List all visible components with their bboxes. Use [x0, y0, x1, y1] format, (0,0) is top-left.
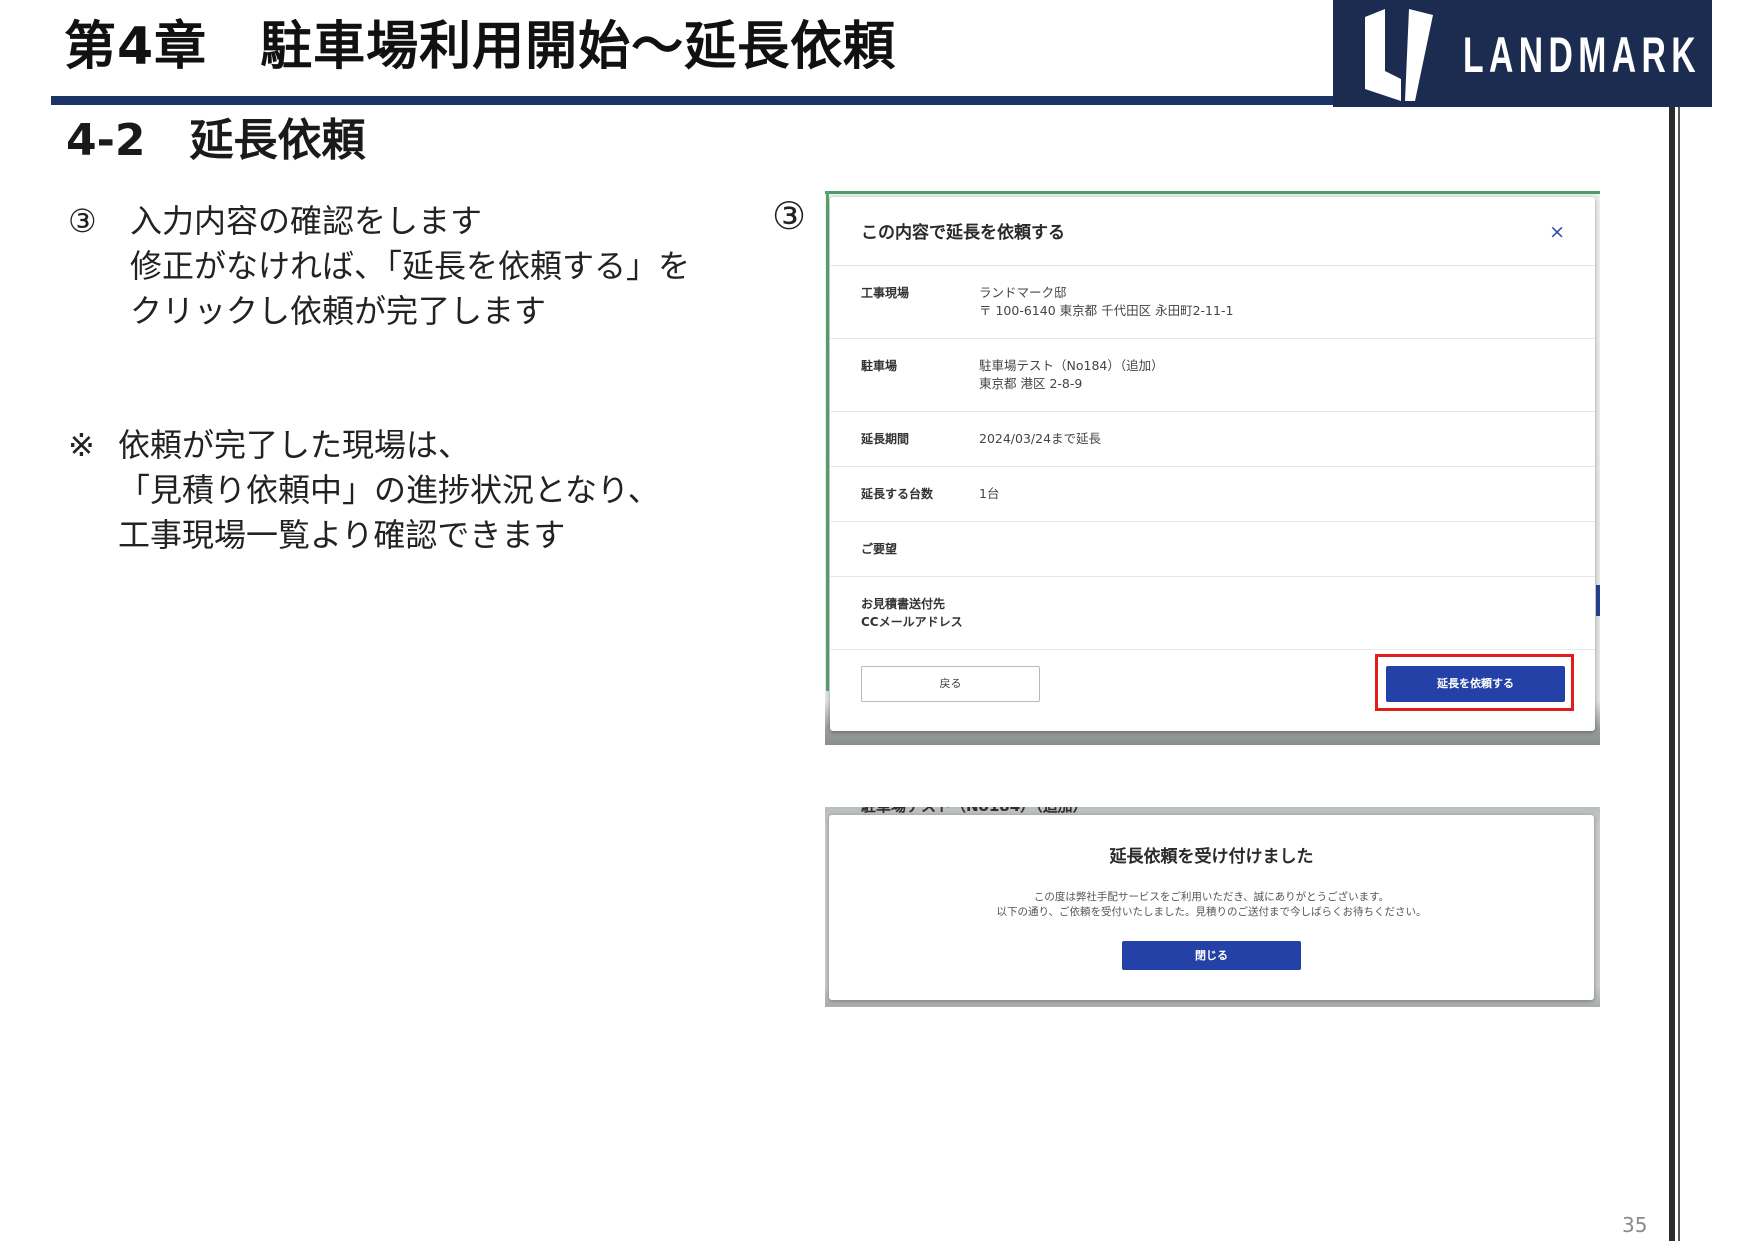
detail-value-line: 1台 — [979, 486, 1000, 501]
detail-row-requests: ご要望 — [830, 522, 1595, 577]
detail-values: 2024/03/24まで延長 — [979, 430, 1101, 448]
detail-label-line: 延長する台数 — [861, 487, 934, 501]
step-line: 入力内容の確認をします — [130, 202, 483, 240]
detail-row-construction-site: 工事現場 ランドマーク邸 〒 100-6140 東京都 千代田区 永田町2-11… — [830, 266, 1595, 339]
background-button-edge — [1596, 585, 1600, 616]
confirm-dialog-screenshot: この内容で延長を依頼する × 工事現場 ランドマーク邸 〒 100-6140 東… — [825, 191, 1600, 745]
step-line: 修正がなければ、「延長を依頼する」を — [130, 247, 691, 285]
landmark-logo-icon — [1365, 9, 1433, 101]
note-line: 依頼が完了した現場は、 — [118, 426, 471, 464]
message-line: この度は弊社手配サービスをご利用いただき、誠にありがとうございます。 — [1033, 891, 1390, 903]
section-title: 4-2 延長依頼 — [66, 115, 366, 166]
detail-row-parking: 駐車場 駐車場テスト（No184）（追加） 東京都 港区 2-8-9 — [830, 339, 1595, 412]
landmark-logo-text: LANDMARK — [1463, 27, 1701, 83]
detail-values: 1台 — [979, 485, 999, 503]
complete-dialog: 延長依頼を受け付けました この度は弊社手配サービスをご利用いただき、誠にありがと… — [829, 815, 1594, 1000]
request-extension-button[interactable]: 延長を依頼する — [1386, 666, 1565, 702]
detail-row-extension-period: 延長期間 2024/03/24まで延長 — [830, 412, 1595, 467]
detail-value-line: 東京都 港区 2-8-9 — [979, 376, 1083, 391]
detail-label-line: CCメールアドレス — [861, 615, 963, 629]
dialog-footer: 戻る 延長を依頼する — [830, 650, 1595, 731]
detail-value-line: 2024/03/24まで延長 — [979, 431, 1102, 446]
dialog-title: この内容で延長を依頼する — [861, 223, 1065, 243]
detail-value-line: 〒 100-6140 東京都 千代田区 永田町2-11-1 — [979, 303, 1234, 318]
detail-row-vehicle-count: 延長する台数 1台 — [830, 467, 1595, 522]
detail-label: ご要望 — [861, 540, 979, 558]
note-line: 工事現場一覧より確認できます — [118, 516, 566, 554]
right-margin-rule-thick — [1669, 107, 1675, 1241]
message-line: 以下の通り、ご依頼を受付いたしました。見積りのご送付まで今しばらくお待ちください… — [996, 906, 1427, 918]
detail-values: ランドマーク邸 〒 100-6140 東京都 千代田区 永田町2-11-1 — [979, 284, 1233, 320]
detail-label: 工事現場 — [861, 284, 979, 302]
close-icon[interactable]: × — [1549, 220, 1565, 244]
close-button[interactable]: 閉じる — [1122, 941, 1301, 970]
screenshot-step-marker: ③ — [772, 194, 807, 238]
note-instruction: ※ 依頼が完了した現場は、 「見積り依頼中」の進捗状況となり、 工事現場一覧より… — [68, 423, 660, 558]
logo-icon-right-shape — [1405, 9, 1433, 101]
step-number-marker: ③ — [68, 202, 97, 240]
logo-icon-left-shape — [1365, 9, 1401, 101]
note-asterisk-marker: ※ — [68, 426, 95, 464]
confirm-dialog: この内容で延長を依頼する × 工事現場 ランドマーク邸 〒 100-6140 東… — [830, 197, 1595, 731]
chapter-title: 第4章 駐車場利用開始～延長依頼 — [64, 17, 897, 77]
detail-label-line: 駐車場 — [861, 359, 898, 373]
note-text: 依頼が完了した現場は、 「見積り依頼中」の進捗状況となり、 工事現場一覧より確認… — [118, 423, 660, 558]
step-line: クリックし依頼が完了します — [130, 292, 547, 330]
detail-label-line: 延長期間 — [861, 432, 910, 446]
page-number: 35 — [1622, 1213, 1648, 1237]
detail-row-quote-recipient: お見積書送付先 CCメールアドレス — [830, 577, 1595, 650]
dialog-header: この内容で延長を依頼する × — [830, 197, 1595, 266]
complete-dialog-screenshot: 駐車場テスト（No184）（追加） 延長依頼を受け付けました この度は弊社手配サ… — [825, 807, 1600, 1007]
landmark-logo-graphic: LANDMARK — [1365, 9, 1701, 101]
detail-label: お見積書送付先 CCメールアドレス — [861, 595, 979, 631]
background-page-border-top — [825, 191, 1600, 194]
landmark-logo: LANDMARK — [1333, 0, 1712, 107]
manual-page: 第4章 駐車場利用開始～延長依頼 LANDMARK 4-2 延長依頼 ③ 入力内… — [0, 0, 1755, 1241]
detail-label: 駐車場 — [861, 357, 979, 375]
step-instruction: ③ 入力内容の確認をします 修正がなければ、「延長を依頼する」を クリックし依頼… — [68, 199, 690, 334]
step-text: 入力内容の確認をします 修正がなければ、「延長を依頼する」を クリックし依頼が完… — [130, 199, 690, 334]
detail-label-line: お見積書送付先 — [861, 597, 946, 611]
back-button[interactable]: 戻る — [861, 666, 1040, 702]
title-underline-bar — [51, 96, 1333, 105]
detail-label: 延長する台数 — [861, 485, 979, 503]
complete-dialog-message: この度は弊社手配サービスをご利用いただき、誠にありがとうございます。 以下の通り… — [829, 890, 1594, 920]
detail-values: 駐車場テスト（No184）（追加） 東京都 港区 2-8-9 — [979, 357, 1164, 393]
detail-value-line: ランドマーク邸 — [979, 285, 1067, 300]
detail-value-line: 駐車場テスト（No184）（追加） — [979, 358, 1164, 373]
detail-label-line: ご要望 — [861, 542, 898, 556]
detail-label: 延長期間 — [861, 430, 979, 448]
background-page-border-left — [826, 191, 829, 691]
detail-label-line: 工事現場 — [861, 286, 910, 300]
note-line: 「見積り依頼中」の進捗状況となり、 — [118, 471, 660, 509]
right-margin-rule-thin — [1678, 107, 1680, 1241]
complete-dialog-title: 延長依頼を受け付けました — [1109, 847, 1314, 867]
